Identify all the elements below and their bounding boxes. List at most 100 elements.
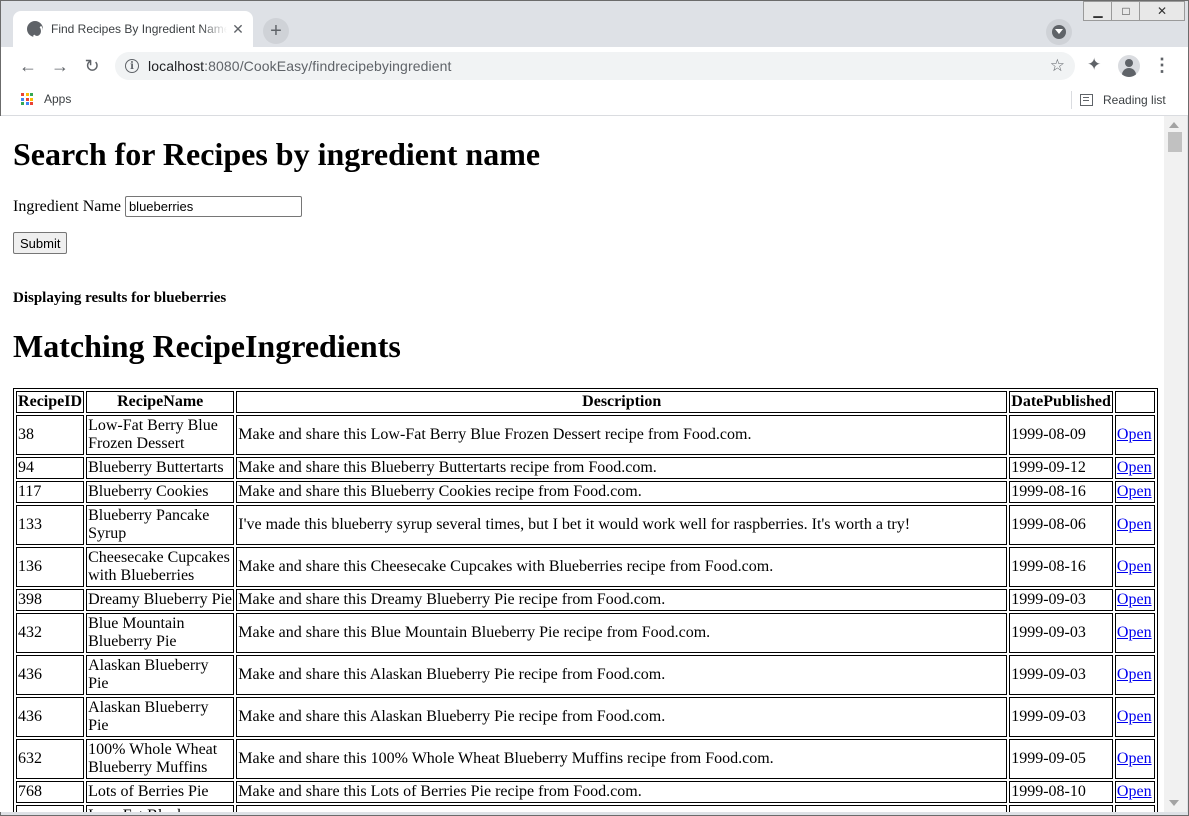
- cell-recipe-name: Low-Fat Blueberry Grunt: [86, 805, 235, 812]
- reading-list-icon: [1080, 94, 1093, 106]
- cell-date-published: 1999-09-03: [1009, 697, 1113, 737]
- results-heading: Matching RecipeIngredients: [13, 328, 401, 364]
- ingredient-field-row: Ingredient Name: [13, 196, 302, 217]
- cell-description: Make and share this 100% Whole Wheat Blu…: [236, 739, 1008, 779]
- table-row: 776Low-Fat Blueberry GruntMake and share…: [16, 805, 1155, 812]
- cell-recipe-id: 136: [16, 547, 85, 587]
- profile-avatar[interactable]: [1118, 55, 1140, 77]
- forward-button[interactable]: →: [47, 53, 73, 79]
- cell-date-published: 1999-09-03: [1009, 613, 1113, 653]
- back-button[interactable]: ←: [15, 53, 41, 79]
- bookmark-star-icon[interactable]: ☆: [1050, 56, 1065, 76]
- scrollbar-thumb[interactable]: [1168, 132, 1182, 152]
- cell-recipe-id: 432: [16, 613, 85, 653]
- open-link[interactable]: Open: [1117, 708, 1152, 725]
- cell-recipe-name: Blue Mountain Blueberry Pie: [86, 613, 235, 653]
- cell-description: I've made this blueberry syrup several t…: [236, 505, 1008, 545]
- cell-description: Make and share this Low-Fat Berry Blue F…: [236, 415, 1008, 455]
- cell-recipe-id: 94: [16, 457, 85, 479]
- cell-date-published: 1999-08-16: [1009, 481, 1113, 503]
- open-link[interactable]: Open: [1117, 426, 1152, 443]
- open-link[interactable]: Open: [1117, 516, 1152, 533]
- cell-open: Open: [1114, 415, 1155, 455]
- scroll-down-arrow-icon[interactable]: [1169, 800, 1179, 806]
- cell-date-published: 1999-09-03: [1009, 589, 1113, 611]
- page-title: Search for Recipes by ingredient name: [13, 136, 541, 172]
- header-recipe-name: RecipeName: [86, 391, 235, 413]
- tab-search-button[interactable]: [1046, 19, 1072, 45]
- open-link[interactable]: Open: [1117, 750, 1152, 767]
- new-tab-button[interactable]: +: [263, 18, 289, 44]
- header-recipe-id: RecipeID: [16, 391, 85, 413]
- cell-recipe-id: 133: [16, 505, 85, 545]
- table-row: 436 Alaskan Blueberry Pie Make and share t…: [16, 655, 1155, 695]
- cell-recipe-name: Cheesecake Cupcakes with Blueberries: [86, 547, 235, 587]
- cell-description: Make and share this Blueberry Buttertart…: [236, 457, 1008, 479]
- apps-grid-icon: [21, 93, 33, 105]
- cell-description: Make and share this Low-Fat Blueberry Gr…: [236, 805, 1008, 812]
- open-link[interactable]: Open: [1117, 558, 1152, 575]
- table-row: 398 Dreamy Blueberry Pie Make and share th…: [16, 589, 1155, 611]
- apps-grid-dot: [30, 102, 33, 105]
- address-bar[interactable]: i localhost:8080/CookEasy/findrecipebyin…: [115, 52, 1075, 80]
- submit-button[interactable]: Submit: [13, 232, 68, 254]
- open-link[interactable]: Open: [1117, 783, 1152, 800]
- cell-recipe-name: Lots of Berries Pie: [86, 781, 235, 803]
- cell-date-published: 1999-08-06: [1009, 505, 1113, 545]
- cell-date-published: 1999-08-06: [1009, 805, 1113, 812]
- cell-recipe-id: 436: [16, 655, 85, 695]
- arrow-left-icon: ←: [19, 55, 37, 76]
- open-link[interactable]: Open: [1117, 459, 1152, 476]
- tab-title: Find Recipes By Ingredient Name: [51, 22, 227, 36]
- cell-date-published: 1999-09-03: [1009, 655, 1113, 695]
- cell-open: Open: [1114, 547, 1155, 587]
- page-scrollbar[interactable]: [1164, 116, 1187, 812]
- cell-recipe-name: Blueberry Buttertarts: [86, 457, 235, 479]
- open-link[interactable]: Open: [1117, 624, 1152, 641]
- close-tab-icon[interactable]: ✕: [229, 20, 247, 38]
- cell-date-published: 1999-08-10: [1009, 781, 1113, 803]
- close-window-button[interactable]: ✕: [1139, 1, 1185, 21]
- tab-active[interactable]: Find Recipes By Ingredient Name ✕: [13, 11, 253, 47]
- apps-grid-dot: [25, 93, 29, 96]
- reload-button[interactable]: ↻: [79, 53, 105, 79]
- apps-grid-dot: [30, 97, 33, 101]
- cell-description: Make and share this Blue Mountain Bluebe…: [236, 613, 1008, 653]
- table-row: 632 100% Whole Wheat Blueberry Muffins Mak…: [16, 739, 1155, 779]
- ingredient-label: Ingredient Name: [13, 197, 121, 215]
- reading-list-button[interactable]: Reading list: [1071, 91, 1166, 109]
- cell-recipe-name: Dreamy Blueberry Pie: [86, 589, 235, 611]
- url-host: localhost: [148, 58, 205, 74]
- minimize-button[interactable]: ▁: [1083, 1, 1113, 21]
- ingredient-input[interactable]: [124, 196, 302, 217]
- cell-recipe-id: 436: [16, 697, 85, 737]
- table-row: 94 Blueberry Buttertarts Make and share th…: [16, 457, 1155, 479]
- cell-open: Open: [1114, 697, 1155, 737]
- open-link[interactable]: Open: [1117, 666, 1152, 683]
- results-body: 38 Low-Fat Berry Blue Frozen Dessert Make …: [16, 415, 1155, 812]
- cell-open: Open: [1114, 589, 1155, 611]
- maximize-button[interactable]: □: [1111, 1, 1141, 21]
- apps-label: Apps: [44, 92, 72, 106]
- cell-date-published: 1999-08-09: [1009, 415, 1113, 455]
- header-description: Description: [236, 391, 1008, 413]
- cell-description: Make and share this Dreamy Blueberry Pie…: [236, 589, 1008, 611]
- kebab-menu-icon[interactable]: ⋮: [1153, 55, 1171, 76]
- scroll-up-arrow-icon[interactable]: [1169, 122, 1179, 128]
- results-note: Displaying results for blueberries: [13, 290, 227, 306]
- puzzle-extensions-icon[interactable]: ✦: [1087, 55, 1101, 75]
- reload-icon: ↻: [84, 55, 100, 76]
- cell-date-published: 1999-09-05: [1009, 739, 1113, 779]
- cell-open: Open: [1114, 481, 1155, 503]
- cell-description: Make and share this Alaskan Blueberry Pi…: [236, 655, 1008, 695]
- apps-grid-dot: [25, 97, 29, 101]
- cell-date-published: 1999-08-16: [1009, 547, 1113, 587]
- cell-recipe-id: 38: [16, 415, 85, 455]
- apps-bookmark[interactable]: Apps: [21, 92, 71, 106]
- arrow-right-icon: →: [51, 55, 69, 76]
- cell-recipe-id: 117: [16, 481, 85, 503]
- open-link[interactable]: Open: [1117, 591, 1152, 608]
- open-link[interactable]: Open: [1117, 483, 1152, 500]
- info-icon[interactable]: i: [125, 59, 139, 73]
- cell-recipe-name: Blueberry Cookies: [86, 481, 235, 503]
